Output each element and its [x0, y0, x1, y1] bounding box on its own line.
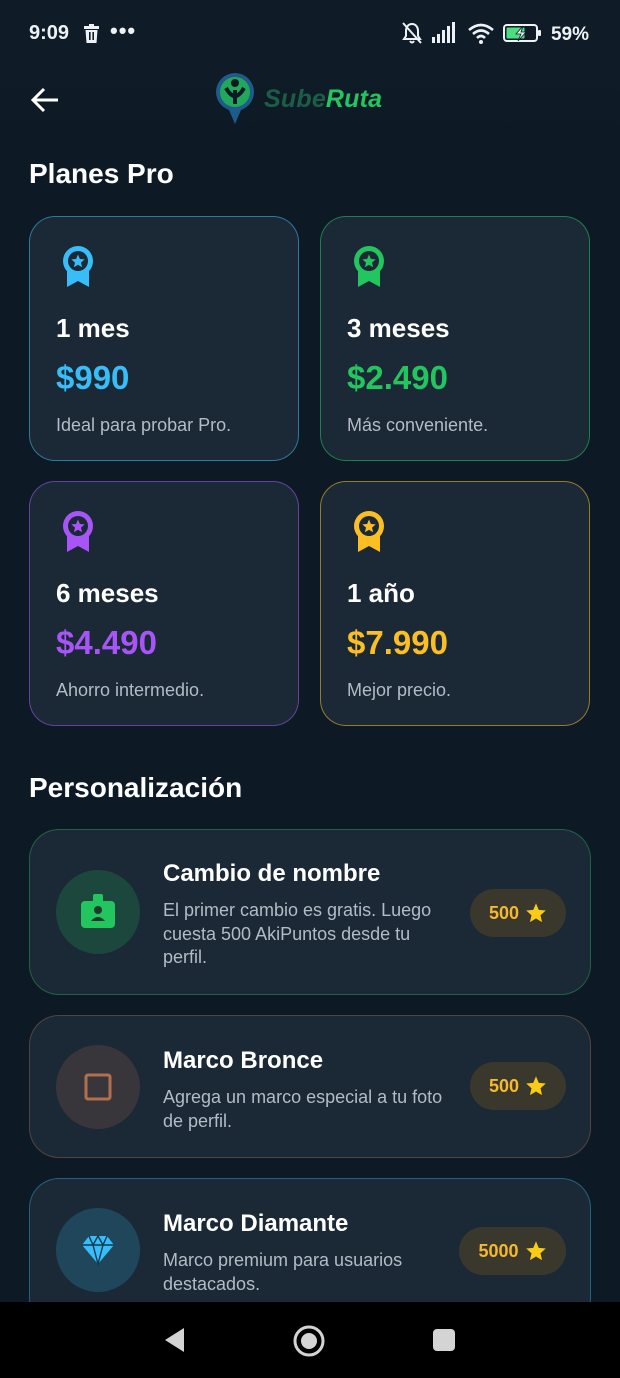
feature-card-name-change[interactable]: Cambio de nombre El primer cambio es gra… — [29, 829, 591, 995]
feature-card-bronze-frame[interactable]: Marco Bronce Agrega un marco especial a … — [29, 1015, 591, 1158]
cost-value: 5000 — [478, 1240, 519, 1261]
feature-description: El primer cambio es gratis. Luego cuesta… — [163, 900, 432, 967]
plan-name: 6 meses — [56, 578, 159, 608]
more-dots-icon: ••• — [110, 18, 137, 43]
plan-name: 3 meses — [347, 313, 450, 343]
cost-badge: 5000 — [459, 1227, 566, 1275]
cost-badge: 500 — [470, 1062, 566, 1110]
plan-description: Mejor precio. — [347, 680, 452, 700]
plan-price: $4.490 — [56, 624, 157, 661]
app-logo: SubeRuta — [212, 70, 382, 128]
status-time: 9:09 — [29, 22, 70, 44]
bell-off-icon — [401, 21, 423, 50]
signal-icon — [431, 21, 459, 49]
plan-card-1-mes[interactable]: 1 mes $990 Ideal para probar Pro. — [29, 216, 299, 461]
trash-icon — [83, 24, 100, 49]
status-bar: 9:09 ••• 59% — [0, 0, 620, 70]
plan-price: $990 — [56, 359, 130, 396]
home-circle-icon[interactable] — [292, 1324, 326, 1363]
feature-title: Marco Bronce — [163, 1047, 324, 1074]
plan-name: 1 mes — [56, 313, 130, 343]
feature-icon-circle — [56, 1208, 140, 1292]
logo-text-part1: Sube — [264, 84, 326, 113]
back-triangle-icon[interactable] — [162, 1326, 186, 1359]
plan-price: $2.490 — [347, 359, 448, 396]
back-button[interactable] — [28, 82, 64, 118]
id-badge-icon — [81, 894, 115, 928]
feature-icon-circle — [56, 1045, 140, 1129]
diamond-icon — [82, 1234, 114, 1266]
award-icon — [349, 508, 389, 559]
plan-description: Ahorro intermedio. — [56, 680, 205, 700]
arrow-left-icon — [30, 87, 58, 113]
plan-card-6-meses[interactable]: 6 meses $4.490 Ahorro intermedio. — [29, 481, 299, 726]
star-icon — [525, 1241, 546, 1261]
plans-section-title: Planes Pro — [29, 158, 174, 189]
battery-charging-icon — [502, 22, 543, 49]
logo-text-part2: Ruta — [325, 84, 383, 113]
plan-name: 1 año — [347, 578, 415, 608]
app-bar: SubeRuta — [0, 70, 620, 134]
feature-title: Marco Diamante — [163, 1210, 349, 1237]
plan-description: Más conveniente. — [347, 415, 489, 435]
cost-value: 500 — [488, 902, 520, 923]
system-nav-bar — [0, 1302, 620, 1378]
wifi-icon — [467, 22, 495, 49]
plan-description: Ideal para probar Pro. — [56, 415, 232, 435]
logo-text: SubeRuta — [264, 85, 382, 114]
logo-pin-icon — [216, 73, 254, 124]
square-frame-icon — [84, 1073, 112, 1101]
battery-percent: 59% — [550, 24, 589, 45]
plan-card-3-meses[interactable]: 3 meses $2.490 Más conveniente. — [320, 216, 590, 461]
star-icon — [526, 1076, 546, 1096]
feature-icon-circle — [56, 870, 140, 954]
recents-square-icon[interactable] — [432, 1328, 456, 1357]
personalization-section-title: Personalización — [29, 772, 243, 803]
plan-card-1-ano[interactable]: 1 año $7.990 Mejor precio. — [320, 481, 590, 726]
feature-description: Agrega un marco especial a tu foto de pe… — [163, 1087, 443, 1131]
award-icon — [58, 243, 98, 294]
status-indicators: 59% — [401, 21, 589, 50]
plan-price: $7.990 — [347, 624, 448, 661]
feature-description: Marco premium para usuarios destacados. — [163, 1250, 403, 1294]
feature-title: Cambio de nombre — [163, 860, 381, 887]
cost-value: 500 — [488, 1075, 520, 1096]
cost-badge: 500 — [470, 889, 566, 937]
star-icon — [526, 903, 546, 923]
award-icon — [349, 243, 389, 294]
award-icon — [58, 508, 98, 559]
